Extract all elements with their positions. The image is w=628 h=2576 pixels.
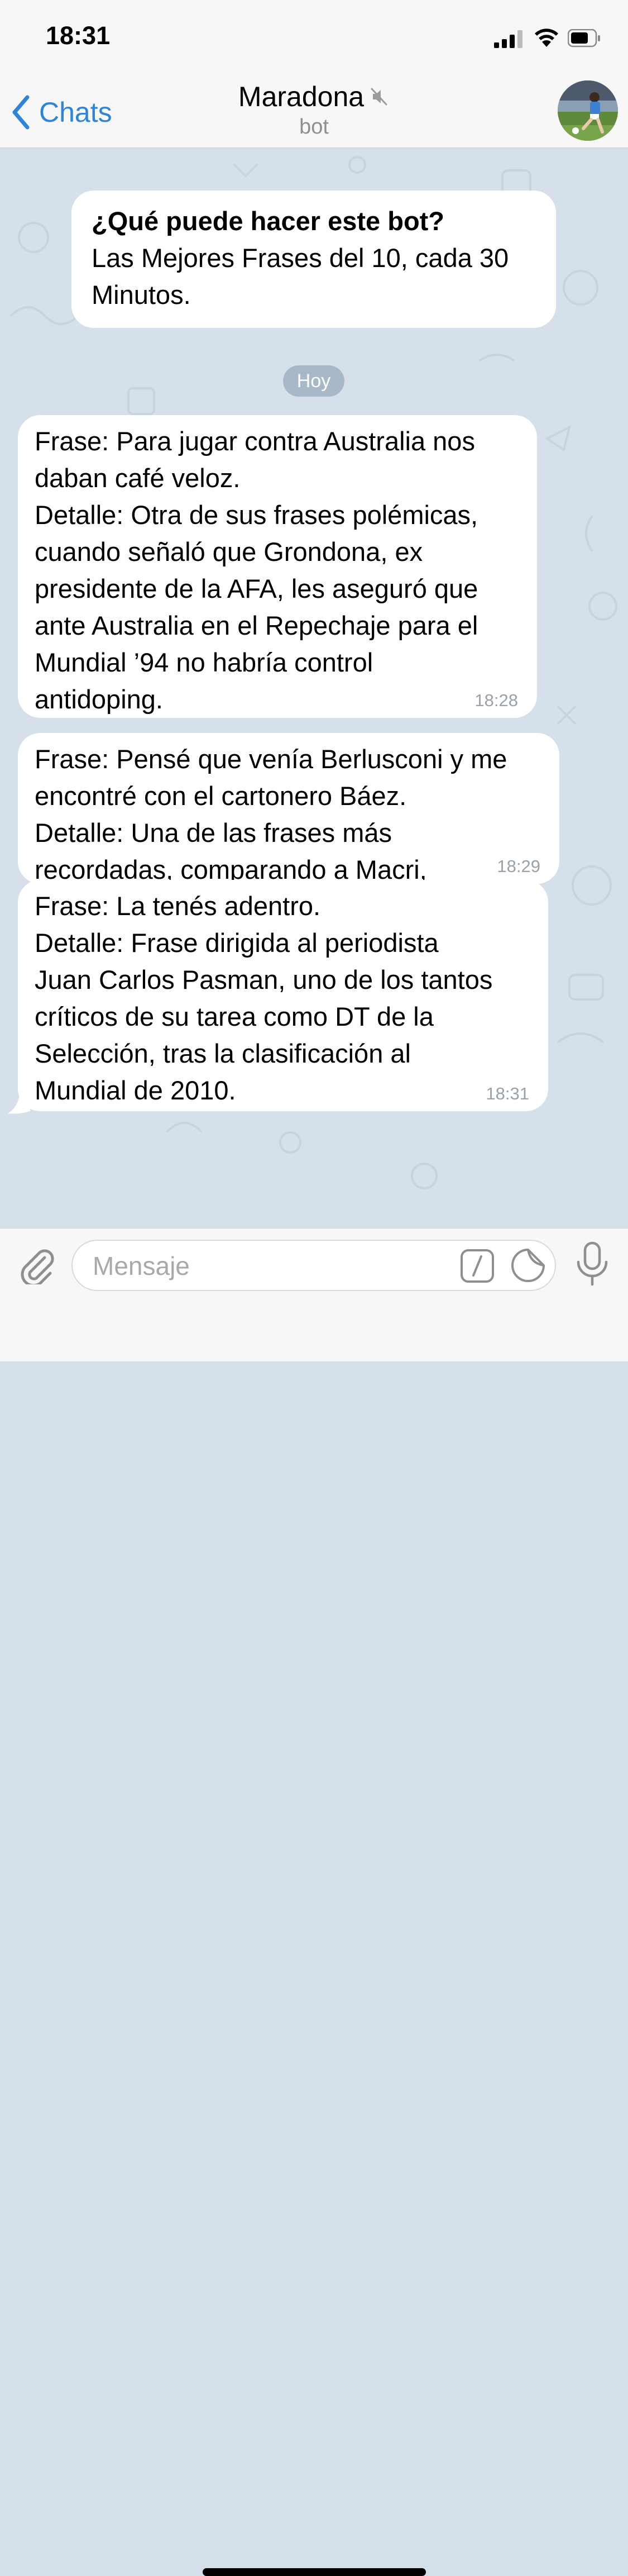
microphone-icon[interactable] bbox=[575, 1241, 610, 1288]
nav-bar: Chats Maradona bot bbox=[0, 73, 628, 148]
bot-intro-body: Las Mejores Frases del 10, cada 30 Minut… bbox=[92, 243, 509, 309]
bot-intro-card: ¿Qué puede hacer este bot? Las Mejores F… bbox=[71, 191, 556, 328]
message-time: 18:28 bbox=[474, 691, 518, 710]
chat-header[interactable]: Maradona bot bbox=[0, 80, 628, 139]
message-input[interactable]: Mensaje bbox=[71, 1240, 556, 1291]
wifi-icon bbox=[535, 28, 558, 47]
message-time: 18:31 bbox=[486, 1084, 529, 1103]
signal-icon bbox=[494, 30, 522, 48]
message-text: Frase: Para jugar contra Australia nos d… bbox=[35, 426, 478, 714]
message-input-placeholder: Mensaje bbox=[93, 1251, 190, 1280]
speaker-muted-icon bbox=[371, 88, 387, 106]
bubble-tail bbox=[8, 1092, 30, 1114]
message-bubble[interactable]: Frase: La tenés adentro. Detalle: Frase … bbox=[18, 880, 548, 1111]
status-bar: 18:31 bbox=[0, 0, 628, 73]
paperclip-icon[interactable] bbox=[17, 1245, 56, 1284]
command-icon[interactable] bbox=[460, 1249, 495, 1283]
message-bubble[interactable]: Frase: Para jugar contra Australia nos d… bbox=[18, 415, 537, 718]
date-separator: Hoy bbox=[283, 365, 344, 397]
input-bar: Mensaje bbox=[0, 1228, 628, 2576]
chat-area[interactable]: ¿Qué puede hacer este bot? Las Mejores F… bbox=[0, 148, 628, 1228]
message-bubble[interactable]: Frase: Pensé que venía Berlusconi y me e… bbox=[18, 733, 559, 958]
sticker-icon[interactable] bbox=[510, 1247, 546, 1283]
chat-title: Maradona bbox=[238, 81, 365, 112]
home-indicator bbox=[203, 2568, 426, 2576]
chat-subtitle: bot bbox=[299, 115, 329, 139]
bot-intro-title: ¿Qué puede hacer este bot? bbox=[92, 206, 445, 236]
message-time: 18:29 bbox=[497, 856, 540, 876]
battery-icon bbox=[568, 29, 600, 47]
status-time: 18:31 bbox=[46, 21, 111, 50]
status-icons bbox=[456, 25, 601, 53]
avatar[interactable] bbox=[558, 80, 618, 141]
message-text: Frase: La tenés adentro. Detalle: Frase … bbox=[35, 891, 493, 1105]
